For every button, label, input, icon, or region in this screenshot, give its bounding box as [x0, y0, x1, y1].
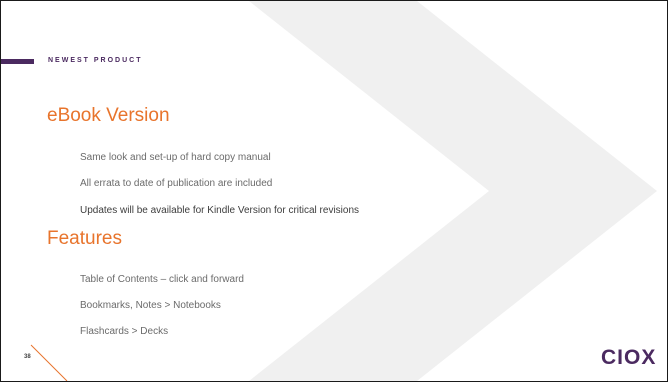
page-number: 38: [24, 354, 31, 360]
kicker-label: NEWEST PRODUCT: [48, 57, 143, 64]
bullet-ebook-2: All errata to date of publication are in…: [80, 178, 273, 189]
bullet-features-3: Flashcards > Decks: [80, 326, 169, 337]
section-heading-ebook: eBook Version: [47, 105, 170, 126]
bullet-ebook-1: Same look and set-up of hard copy manual: [80, 152, 271, 163]
ciox-logo: CIOX: [601, 346, 657, 369]
slide: NEWEST PRODUCT eBook Version Same look a…: [0, 0, 668, 382]
bullet-ebook-3: Updates will be available for Kindle Ver…: [80, 205, 360, 216]
bullet-features-2: Bookmarks, Notes > Notebooks: [80, 300, 221, 311]
kicker-accent-bar: [1, 59, 34, 64]
section-heading-features: Features: [47, 228, 122, 249]
bullet-features-1: Table of Contents – click and forward: [80, 274, 244, 285]
